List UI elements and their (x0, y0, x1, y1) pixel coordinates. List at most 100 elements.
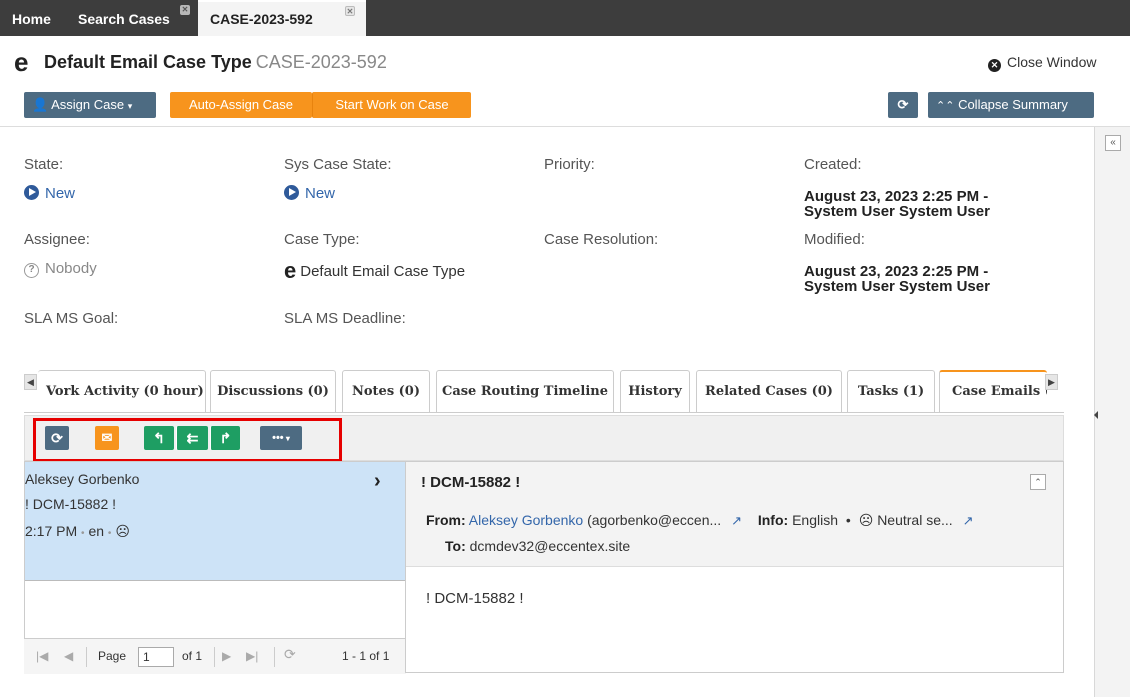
tabs-baseline (24, 412, 1064, 413)
created-label: Created: (804, 156, 862, 173)
email-to-row: To: dcmdev32@eccentex.site (445, 538, 630, 554)
to-label: To: (445, 538, 466, 554)
assignee-value-text: Nobody (45, 260, 97, 277)
email-body: ! DCM-15882 ! (426, 590, 524, 607)
collapse-summary-button[interactable]: ⌃⌃ Collapse Summary (928, 92, 1094, 118)
close-search-cases-icon[interactable]: ✕ (180, 5, 190, 15)
double-chevron-up-icon: ⌃⌃ (936, 100, 955, 112)
email-lang: en (88, 523, 105, 539)
to-address: dcmdev32@eccentex.site (469, 538, 631, 554)
tab-search-cases[interactable]: Search Cases (78, 0, 170, 36)
tab-history[interactable]: History (620, 370, 690, 412)
state-value-text: New (45, 185, 76, 202)
pager-separator (86, 647, 87, 667)
case-resolution-label: Case Resolution: (544, 231, 659, 248)
toolbar-highlight-box (33, 418, 342, 462)
question-circle-icon: ? (24, 263, 39, 278)
tab-case-routing-timeline[interactable]: Case Routing Timeline (436, 370, 614, 412)
assignee-value: ? Nobody (24, 260, 97, 278)
auto-assign-case-button[interactable]: Auto-Assign Case (170, 92, 312, 118)
edge-icon: e (14, 47, 29, 77)
from-name-link[interactable]: Aleksey Gorbenko (469, 512, 583, 528)
state-label: State: (24, 156, 64, 173)
assign-case-label: Assign Case (51, 97, 125, 112)
tab-scroll-left-icon[interactable]: ◀ (24, 374, 37, 390)
divider (0, 126, 1130, 127)
next-page-icon[interactable]: ▶ (222, 649, 231, 663)
tab-home[interactable]: Home (12, 0, 51, 36)
tab-discussions[interactable]: Discussions (0) (210, 370, 336, 412)
created-value-line1: August 23, 2023 2:25 PM - (804, 188, 989, 205)
pager-separator (274, 647, 275, 667)
collapse-summary-label: Collapse Summary (958, 97, 1068, 112)
from-label: From: (426, 512, 466, 528)
close-case-tab-icon[interactable]: ✕ (345, 6, 355, 16)
start-work-button[interactable]: Start Work on Case (312, 92, 471, 118)
assign-case-button[interactable]: 👤 Assign Case ▾ (24, 92, 156, 118)
sla-goal-label: SLA MS Goal: (24, 310, 119, 327)
play-circle-icon (284, 185, 299, 200)
neutral-face-icon: ☹ (115, 523, 130, 539)
external-link-icon[interactable]: ↗ (731, 513, 742, 528)
top-tab-bar: Home Search Cases ✕ CASE-2023-592 ✕ (0, 0, 1130, 36)
refresh-icon: ⟳ (897, 97, 909, 112)
case-type-title: Default Email Case Type (44, 52, 252, 72)
info-language: English (792, 512, 838, 528)
page-label: Page (98, 649, 127, 663)
state-value: New (24, 185, 75, 202)
pointer-triangle-icon (1094, 411, 1098, 419)
created-value-line2: System User System User (804, 203, 990, 220)
from-email: (agorbenko@eccen... (587, 512, 722, 528)
assignee-label: Assignee: (24, 231, 90, 248)
case-type-value: e Default Email Case Type (284, 258, 465, 284)
email-sender: Aleksey Gorbenko (25, 471, 140, 487)
tab-notes[interactable]: Notes (0) (342, 370, 430, 412)
email-detail-panel (405, 461, 1064, 673)
info-sentiment: Neutral se... (877, 512, 953, 528)
close-window-label: Close Window (1007, 54, 1097, 70)
of-pages-label: of 1 (182, 649, 203, 663)
tab-case[interactable]: CASE-2023-592 (198, 0, 366, 36)
email-detail-subject: ! DCM-15882 ! (421, 474, 521, 491)
priority-label: Priority: (544, 156, 595, 173)
tab-tasks[interactable]: Tasks (1) (847, 370, 935, 412)
modified-value-line1: August 23, 2023 2:25 PM - (804, 263, 989, 280)
tab-case-emails[interactable]: Case Emails ( (939, 370, 1047, 412)
caret-down-icon: ▾ (127, 101, 133, 111)
email-from-row: From: Aleksey Gorbenko (agorbenko@eccen.… (426, 512, 973, 529)
close-window-button[interactable]: ✕ Close Window (988, 52, 1096, 72)
email-time: 2:17 PM (25, 523, 78, 539)
collapse-header-icon[interactable]: ⌃ (1030, 474, 1046, 490)
chevron-right-icon[interactable]: › (374, 470, 381, 493)
page-title: Default Email Case Type CASE-2023-592 (44, 50, 387, 74)
user-icon: 👤 (32, 97, 49, 112)
reload-icon[interactable]: ⟳ (284, 646, 296, 663)
sys-state-value: New (284, 185, 335, 202)
expand-panel-icon[interactable]: « (1105, 135, 1121, 151)
sys-state-value-text: New (305, 185, 336, 202)
modified-label: Modified: (804, 231, 865, 248)
email-subject: ! DCM-15882 ! (25, 496, 117, 512)
info-label: Info: (757, 512, 789, 528)
refresh-button[interactable]: ⟳ (888, 92, 918, 118)
dot-separator: • (107, 528, 112, 539)
page-number-input[interactable]: 1 (138, 647, 174, 667)
play-circle-icon (24, 185, 39, 200)
case-type-value-text: Default Email Case Type (300, 263, 466, 280)
sla-deadline-label: SLA MS Deadline: (284, 310, 406, 327)
external-link-icon[interactable]: ↗ (963, 513, 974, 528)
sys-state-label: Sys Case State: (284, 156, 392, 173)
close-icon: ✕ (988, 59, 1001, 72)
dot-separator: • (81, 528, 85, 539)
tab-scroll-right-icon[interactable]: ▶ (1045, 374, 1058, 390)
first-page-icon[interactable]: |◀ (36, 649, 48, 663)
case-number: CASE-2023-592 (255, 52, 387, 72)
prev-page-icon[interactable]: ◀ (64, 649, 73, 663)
tab-related-cases[interactable]: Related Cases (0) (696, 370, 842, 412)
email-meta: 2:17 PM • en • ☹ (25, 523, 130, 540)
right-side-rail: « (1094, 127, 1130, 697)
edge-icon: e (284, 258, 297, 283)
tab-work-activity[interactable]: Vork Activity (0 hour) (38, 370, 206, 412)
modified-value-line2: System User System User (804, 278, 990, 295)
last-page-icon[interactable]: ▶| (246, 649, 258, 663)
